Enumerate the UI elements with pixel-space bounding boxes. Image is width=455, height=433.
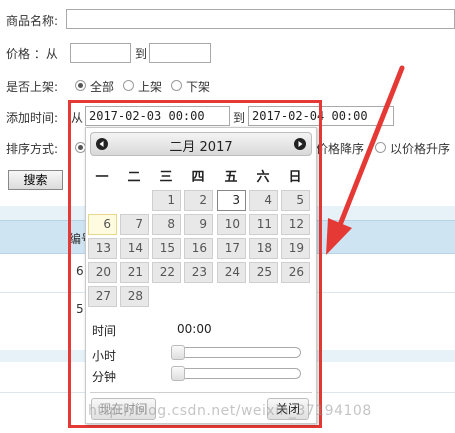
calendar-day[interactable]: 18: [249, 238, 278, 259]
calendar-month-title: 二月 2017: [169, 140, 233, 155]
calendar-day[interactable]: 23: [184, 262, 213, 283]
weekday-tue: 二: [127, 170, 141, 185]
calendar-header: 二月 2017: [90, 132, 312, 156]
weekday-thu: 四: [191, 170, 205, 185]
date-picker-popup: 二月 2017 一 二 三 四 五 六 日 1 2 3 4 5 6 7 8 9 10 11 12 13 1…: [85, 127, 317, 424]
calendar-day[interactable]: 26: [281, 262, 310, 283]
minute-slider-handle[interactable]: [171, 366, 185, 381]
price-min-input[interactable]: [70, 43, 131, 63]
calendar-day[interactable]: 7: [120, 214, 149, 235]
added-time-label: 添加时间:: [6, 111, 59, 125]
calendar-day[interactable]: 5: [281, 190, 310, 211]
listed-off-label: 下架: [186, 80, 211, 94]
calendar-divider: [90, 392, 312, 393]
calendar-day[interactable]: 9: [184, 214, 213, 235]
listed-on-label: 上架: [138, 80, 163, 94]
calendar-day[interactable]: 19: [281, 238, 310, 259]
calendar-day[interactable]: 15: [152, 238, 181, 259]
listed-on-radio[interactable]: [123, 80, 134, 91]
listed-label: 是否上架:: [6, 80, 59, 94]
minute-label: 分钟: [92, 370, 117, 384]
next-month-icon[interactable]: [294, 138, 306, 150]
price-label: 价格 ：从: [6, 47, 58, 61]
listed-off-radio[interactable]: [171, 80, 182, 91]
calendar-day[interactable]: 28: [120, 286, 149, 307]
hour-label: 小时: [92, 349, 117, 363]
weekday-fri: 五: [224, 170, 238, 185]
calendar-day[interactable]: 27: [88, 286, 117, 307]
weekday-sun: 日: [288, 170, 302, 185]
time-value: 00:00: [177, 322, 212, 336]
calendar-day[interactable]: 1: [152, 190, 181, 211]
listed-all-label: 全部: [90, 80, 115, 94]
product-name-label: 商品名称:: [6, 14, 59, 28]
weekday-wed: 三: [159, 170, 173, 185]
calendar-day[interactable]: 2: [184, 190, 213, 211]
weekday-sat: 六: [256, 170, 270, 185]
calendar-day[interactable]: 16: [184, 238, 213, 259]
calendar-day[interactable]: 4: [249, 190, 278, 211]
price-to-label: 到: [135, 47, 148, 61]
hour-slider[interactable]: [171, 345, 301, 360]
weekday-mon: 一: [95, 170, 109, 185]
sort-label: 排序方式:: [6, 142, 59, 156]
hour-slider-handle[interactable]: [171, 345, 185, 360]
product-name-input[interactable]: [66, 9, 455, 29]
calendar-day[interactable]: 11: [249, 214, 278, 235]
calendar-day[interactable]: 14: [120, 238, 149, 259]
calendar-day[interactable]: 20: [88, 262, 117, 283]
calendar-day[interactable]: 21: [120, 262, 149, 283]
listed-all-radio[interactable]: [75, 80, 86, 91]
time-label: 时间: [92, 324, 117, 338]
calendar-day[interactable]: 8: [152, 214, 181, 235]
minute-slider[interactable]: [171, 366, 301, 381]
calendar-day[interactable]: 12: [281, 214, 310, 235]
watermark: http://blog.csdn.net/weixin_37194108: [88, 403, 372, 419]
calendar-day[interactable]: 6: [88, 214, 117, 235]
calendar-day[interactable]: 17: [217, 238, 246, 259]
price-max-input[interactable]: [149, 43, 211, 63]
search-button[interactable]: 搜索: [8, 170, 63, 190]
calendar-day[interactable]: 24: [217, 262, 246, 283]
annotation-arrow: [326, 65, 405, 255]
calendar-day[interactable]: 13: [88, 238, 117, 259]
calendar-day[interactable]: 25: [249, 262, 278, 283]
calendar-day[interactable]: 10: [217, 214, 246, 235]
calendar-day[interactable]: 22: [152, 262, 181, 283]
calendar-day[interactable]: 3: [217, 190, 246, 211]
